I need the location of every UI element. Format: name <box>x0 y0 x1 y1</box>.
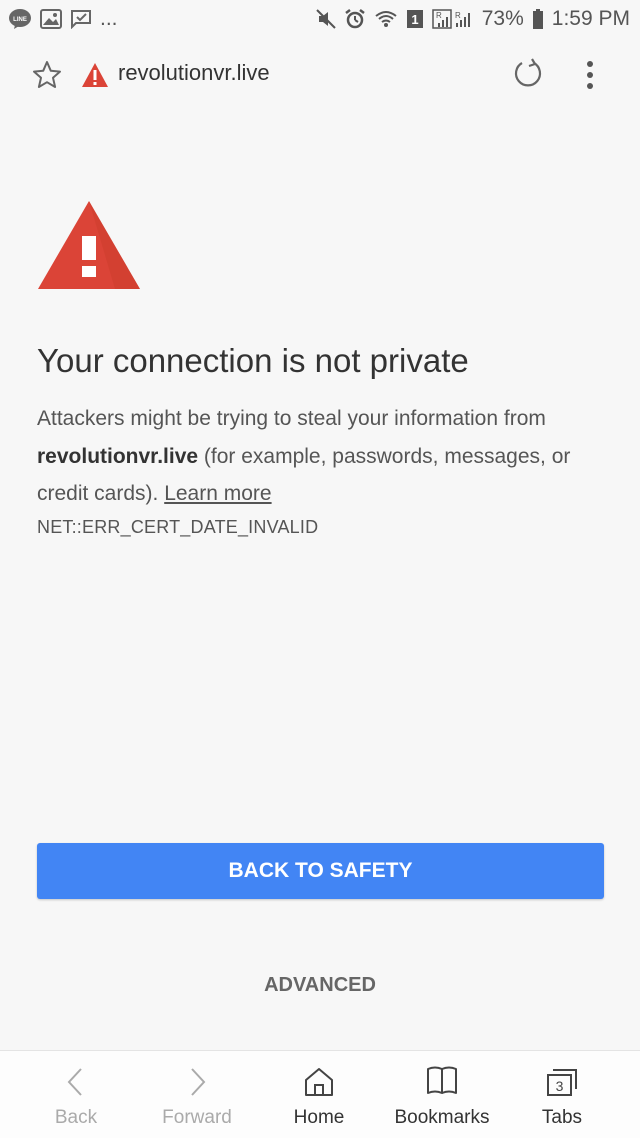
bookmark-star-icon[interactable] <box>32 60 62 90</box>
back-to-safety-button[interactable]: BACK TO SAFETY <box>37 843 604 899</box>
status-left: LINE ... <box>8 7 118 31</box>
alarm-icon <box>344 8 366 30</box>
large-warning-icon <box>37 200 141 292</box>
tabs-icon: 3 <box>547 1069 577 1096</box>
warning-description: Attackers might be trying to steal your … <box>37 400 607 513</box>
status-right: 1 RR 73% 1:59 PM <box>316 7 630 31</box>
svg-text:R: R <box>455 11 461 20</box>
more-options-icon[interactable] <box>578 58 602 92</box>
learn-more-link[interactable]: Learn more <box>164 482 271 505</box>
svg-text:R: R <box>436 11 442 20</box>
nav-back-label: Back <box>54 1107 98 1128</box>
nav-forward[interactable]: Forward <box>157 1051 237 1138</box>
gallery-icon <box>40 9 62 29</box>
not-secure-warning-icon[interactable] <box>81 62 109 88</box>
nav-tabs[interactable]: 3 Tabs <box>530 1051 594 1138</box>
bookmarks-book-icon <box>427 1066 457 1094</box>
reload-icon[interactable] <box>512 58 544 90</box>
line-app-icon: LINE <box>8 8 32 30</box>
wifi-icon <box>374 9 398 29</box>
notification-overflow: ... <box>100 7 118 30</box>
address-bar: revolutionvr.live <box>0 38 640 112</box>
signal-icon: RR <box>432 9 474 29</box>
nav-home[interactable]: Home <box>283 1051 355 1138</box>
battery-percent: 73% <box>481 7 524 30</box>
nav-tabs-label: Tabs <box>541 1107 583 1128</box>
battery-icon <box>532 9 544 29</box>
nav-home-label: Home <box>293 1107 345 1128</box>
clock: 1:59 PM <box>551 7 630 30</box>
chevron-right-icon <box>191 1068 206 1096</box>
messaging-icon <box>70 9 92 29</box>
nav-back[interactable]: Back <box>40 1051 112 1138</box>
svg-text:LINE: LINE <box>13 17 27 23</box>
nav-bookmarks[interactable]: Bookmarks <box>390 1051 494 1138</box>
nav-bookmarks-label: Bookmarks <box>394 1107 490 1128</box>
advanced-button[interactable]: ADVANCED <box>0 974 640 997</box>
home-icon <box>305 1068 333 1096</box>
page-title: Your connection is not private <box>37 342 469 379</box>
svg-text:1: 1 <box>411 12 418 27</box>
chevron-left-icon <box>67 1068 82 1096</box>
nav-forward-label: Forward <box>162 1107 232 1128</box>
url-text[interactable]: revolutionvr.live <box>118 60 270 86</box>
svg-text:3: 3 <box>556 1078 564 1094</box>
status-bar: LINE ... 1 RR 73% 1:59 PM <box>0 0 640 38</box>
bottom-toolbar: Back Forward Home Bookmarks 3 Tabs <box>0 1050 640 1138</box>
sim1-icon: 1 <box>406 9 424 29</box>
description-prefix: Attackers might be trying to steal your … <box>37 407 546 430</box>
mute-icon <box>316 9 336 29</box>
error-code: NET::ERR_CERT_DATE_INVALID <box>37 517 319 537</box>
site-domain: revolutionvr.live <box>37 444 199 468</box>
